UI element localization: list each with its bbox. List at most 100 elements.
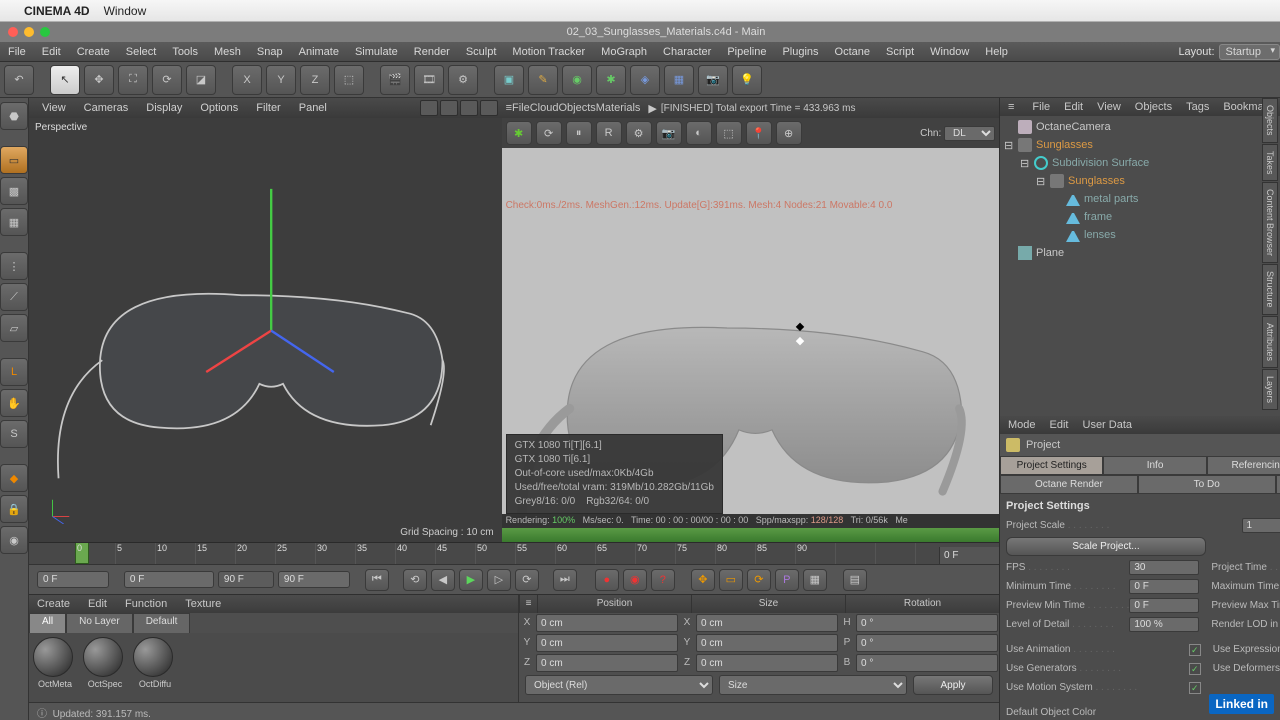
render-canvas[interactable]: Check:0ms./2ms. MeshGen.:12ms. Update[G]… <box>502 148 999 542</box>
obj-menu-objects[interactable]: Objects <box>1135 101 1172 113</box>
next-frame-button[interactable]: ▷ <box>487 569 511 591</box>
menu-sculpt[interactable]: Sculpt <box>458 42 505 62</box>
vp-menu-view[interactable]: View <box>33 102 75 114</box>
edges-mode-button[interactable]: ⟋ <box>0 283 28 311</box>
octane-menu-file[interactable]: File <box>512 102 530 114</box>
side-tab[interactable]: Takes <box>1262 144 1278 182</box>
move-tool[interactable]: ✥ <box>84 65 114 95</box>
key-scale-button[interactable]: ▭ <box>719 569 743 591</box>
vp-menu-panel[interactable]: Panel <box>290 102 336 114</box>
menu-plugins[interactable]: Plugins <box>774 42 826 62</box>
live-select-tool[interactable]: ↖ <box>50 65 80 95</box>
menu-render[interactable]: Render <box>406 42 458 62</box>
octane-refresh-icon[interactable]: ⟳ <box>536 121 562 145</box>
close-icon[interactable] <box>8 27 18 37</box>
mat-tab[interactable]: Default <box>133 613 191 633</box>
polys-mode-button[interactable]: ▱ <box>0 314 28 342</box>
add-generator-button[interactable]: ◉ <box>562 65 592 95</box>
minimize-icon[interactable] <box>24 27 34 37</box>
play-button[interactable]: ▶ <box>459 569 483 591</box>
menu-animate[interactable]: Animate <box>291 42 347 62</box>
attr-tab[interactable]: Project Settings <box>1000 456 1103 475</box>
zoom-icon[interactable] <box>40 27 50 37</box>
undo-button[interactable]: ↶ <box>4 65 34 95</box>
attr-checkbox[interactable]: ✓ <box>1189 682 1201 694</box>
side-tab-strip[interactable]: ObjectsTakesContent BrowserStructureAttr… <box>1262 98 1280 411</box>
key-pos-button[interactable]: ✥ <box>691 569 715 591</box>
side-tab[interactable]: Structure <box>1262 264 1278 315</box>
add-light-button[interactable]: 💡 <box>732 65 762 95</box>
render-view-button[interactable]: 🎬 <box>380 65 410 95</box>
octane-settings-icon[interactable]: ⚙ <box>626 121 652 145</box>
octane-pause-icon[interactable]: ⏸ <box>566 121 592 145</box>
tree-row[interactable]: OctaneCamera <box>1000 118 1280 136</box>
model-mode-button[interactable]: ▭ <box>0 146 28 174</box>
vp-nav-icon[interactable] <box>460 100 478 116</box>
pos-input[interactable] <box>536 634 678 652</box>
add-camera-button[interactable]: 📷 <box>698 65 728 95</box>
prev-key-button[interactable]: ⟲ <box>403 569 427 591</box>
menu-create[interactable]: Create <box>69 42 118 62</box>
octane-live-viewer[interactable]: ≡ FileCloudObjectsMaterials ▶ [FINISHED]… <box>502 98 999 542</box>
timeline-ruler[interactable]: 051015202530354045505560657075808590 0 F <box>29 542 999 564</box>
workplane-mode-button[interactable]: ▦ <box>0 208 28 236</box>
add-deformer-button[interactable]: ◈ <box>630 65 660 95</box>
vp-nav-icon[interactable] <box>440 100 458 116</box>
pos-input[interactable] <box>536 654 678 672</box>
key-param-button[interactable]: P <box>775 569 799 591</box>
menu-select[interactable]: Select <box>118 42 165 62</box>
tree-row[interactable]: ⊟ Subdivision Surface✓ <box>1000 154 1280 172</box>
timeline-ticks[interactable]: 051015202530354045505560657075808590 <box>75 542 939 564</box>
range-start-input[interactable] <box>124 571 214 588</box>
axis-x-button[interactable]: X <box>232 65 262 95</box>
menu-file[interactable]: File <box>0 42 34 62</box>
pos-input[interactable] <box>536 614 678 632</box>
scale-project-button[interactable]: Scale Project... <box>1006 537 1206 556</box>
go-end-button[interactable]: ⏭ <box>553 569 577 591</box>
attr-tab[interactable]: Octane Render <box>1000 475 1138 494</box>
tree-row[interactable]: lenses✓ <box>1000 226 1280 244</box>
viewport-solo-button[interactable]: ◉ <box>0 526 28 554</box>
obj-menu-≡[interactable]: ≡ <box>1008 101 1014 113</box>
timeline-open-button[interactable]: ▤ <box>843 569 867 591</box>
apply-button[interactable]: Apply <box>913 675 993 695</box>
object-tree[interactable]: OctaneCamera⊟ Sunglasses✓⊟ Subdivision S… <box>1000 116 1280 416</box>
mat-menu-function[interactable]: Function <box>125 598 167 610</box>
vp-menu-options[interactable]: Options <box>191 102 247 114</box>
material-swatch[interactable]: OctSpec <box>83 637 127 698</box>
traffic-lights[interactable] <box>8 27 50 37</box>
keying-opts-button[interactable]: ? <box>651 569 675 591</box>
attr-tab[interactable]: Referencing <box>1207 456 1280 475</box>
attr-tab[interactable]: To Do <box>1138 475 1276 494</box>
app-name[interactable]: CINEMA 4D <box>24 4 90 18</box>
add-environment-button[interactable]: ▦ <box>664 65 694 95</box>
project-end-input[interactable] <box>278 571 350 588</box>
record-button[interactable]: ● <box>595 569 619 591</box>
menu-script[interactable]: Script <box>878 42 922 62</box>
octane-focus-icon[interactable]: ⊕ <box>776 121 802 145</box>
mat-menu-texture[interactable]: Texture <box>185 598 221 610</box>
attr-input[interactable] <box>1129 617 1199 632</box>
make-editable-button[interactable]: ⬣ <box>0 102 28 130</box>
size-input[interactable] <box>696 614 838 632</box>
tree-row[interactable]: ⊟ Sunglasses✓ <box>1000 136 1280 154</box>
key-rot-button[interactable]: ⟳ <box>747 569 771 591</box>
menu-window[interactable]: Window <box>922 42 977 62</box>
add-mograph-button[interactable]: ✱ <box>596 65 626 95</box>
obj-menu-file[interactable]: File <box>1032 101 1050 113</box>
layout-dropdown[interactable]: Startup <box>1219 44 1280 60</box>
rotate-tool[interactable]: ⟳ <box>152 65 182 95</box>
menu-simulate[interactable]: Simulate <box>347 42 406 62</box>
menu-motion-tracker[interactable]: Motion Tracker <box>504 42 593 62</box>
tweak-mode-button[interactable]: ✋ <box>0 389 28 417</box>
size-input[interactable] <box>696 654 838 672</box>
mat-tab[interactable]: No Layer <box>66 613 133 633</box>
attr-tab[interactable]: Info <box>1103 456 1206 475</box>
side-tab[interactable]: Content Browser <box>1262 182 1278 263</box>
menu-pipeline[interactable]: Pipeline <box>719 42 774 62</box>
attr-input[interactable] <box>1129 579 1199 594</box>
menu-character[interactable]: Character <box>655 42 719 62</box>
menu-tools[interactable]: Tools <box>164 42 206 62</box>
attr-tab[interactable]: Key Interpolation <box>1276 475 1280 494</box>
snap-toggle-button[interactable]: S <box>0 420 28 448</box>
